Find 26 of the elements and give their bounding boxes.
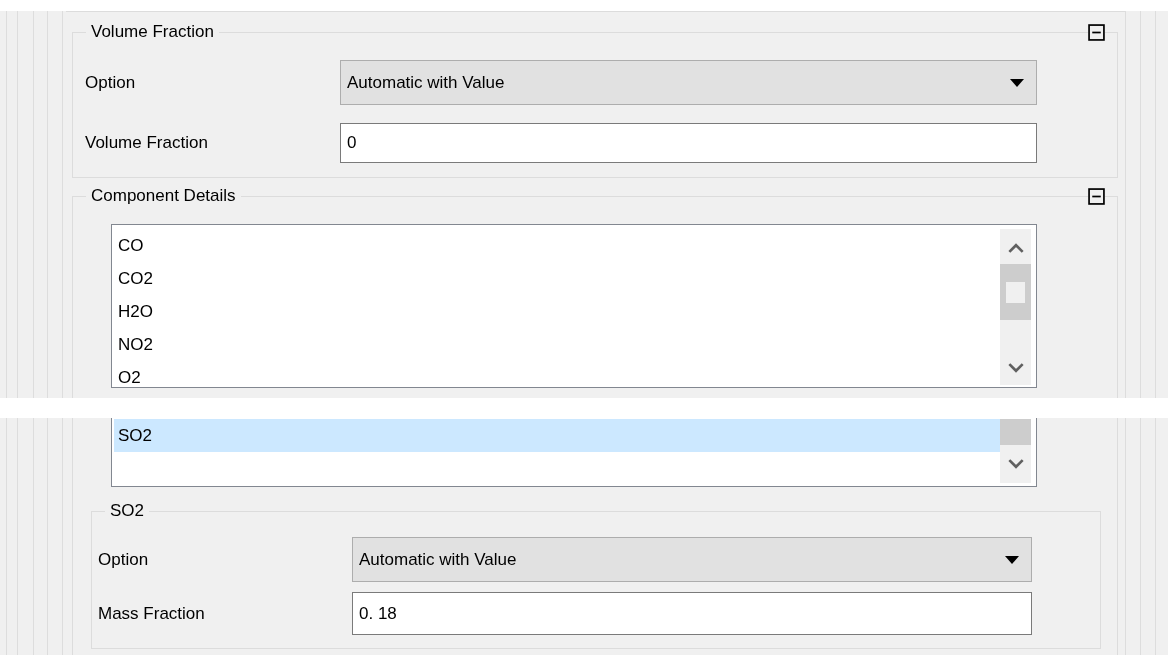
collapse-icon[interactable] — [1088, 24, 1105, 41]
group-title: Component Details — [86, 186, 241, 206]
list-item[interactable]: NO2 — [114, 328, 1000, 361]
list-item[interactable]: CO2 — [114, 262, 1000, 295]
input-field[interactable]: 0 — [340, 123, 1037, 163]
list-item[interactable]: H2O — [114, 295, 1000, 328]
field-label: Option — [98, 549, 150, 570]
list-item[interactable]: O2 — [114, 361, 1000, 394]
list-item[interactable]: CO — [114, 229, 1000, 262]
scrollbar[interactable] — [1000, 229, 1031, 385]
input-field[interactable]: 0. 18 — [352, 592, 1032, 635]
field-label: Volume Fraction — [85, 133, 209, 153]
scrollbar[interactable] — [1000, 419, 1031, 483]
scroll-thumb[interactable] — [1000, 419, 1031, 445]
caret-icon — [1005, 555, 1019, 564]
chevron-down-icon[interactable] — [1007, 363, 1024, 373]
field-label: Option — [85, 72, 137, 93]
scroll-thumb[interactable] — [1000, 264, 1031, 320]
collapse-icon[interactable] — [1088, 188, 1105, 205]
chevron-up-icon[interactable] — [1007, 243, 1024, 253]
chevron-down-icon[interactable] — [1007, 459, 1024, 469]
list-item[interactable]: SO2 — [114, 419, 1000, 452]
dropdown[interactable]: Automatic with Value — [352, 537, 1032, 582]
dropdown[interactable]: Automatic with Value — [340, 60, 1037, 105]
caret-icon — [1010, 78, 1024, 87]
field-label: Mass Fraction — [98, 603, 206, 624]
